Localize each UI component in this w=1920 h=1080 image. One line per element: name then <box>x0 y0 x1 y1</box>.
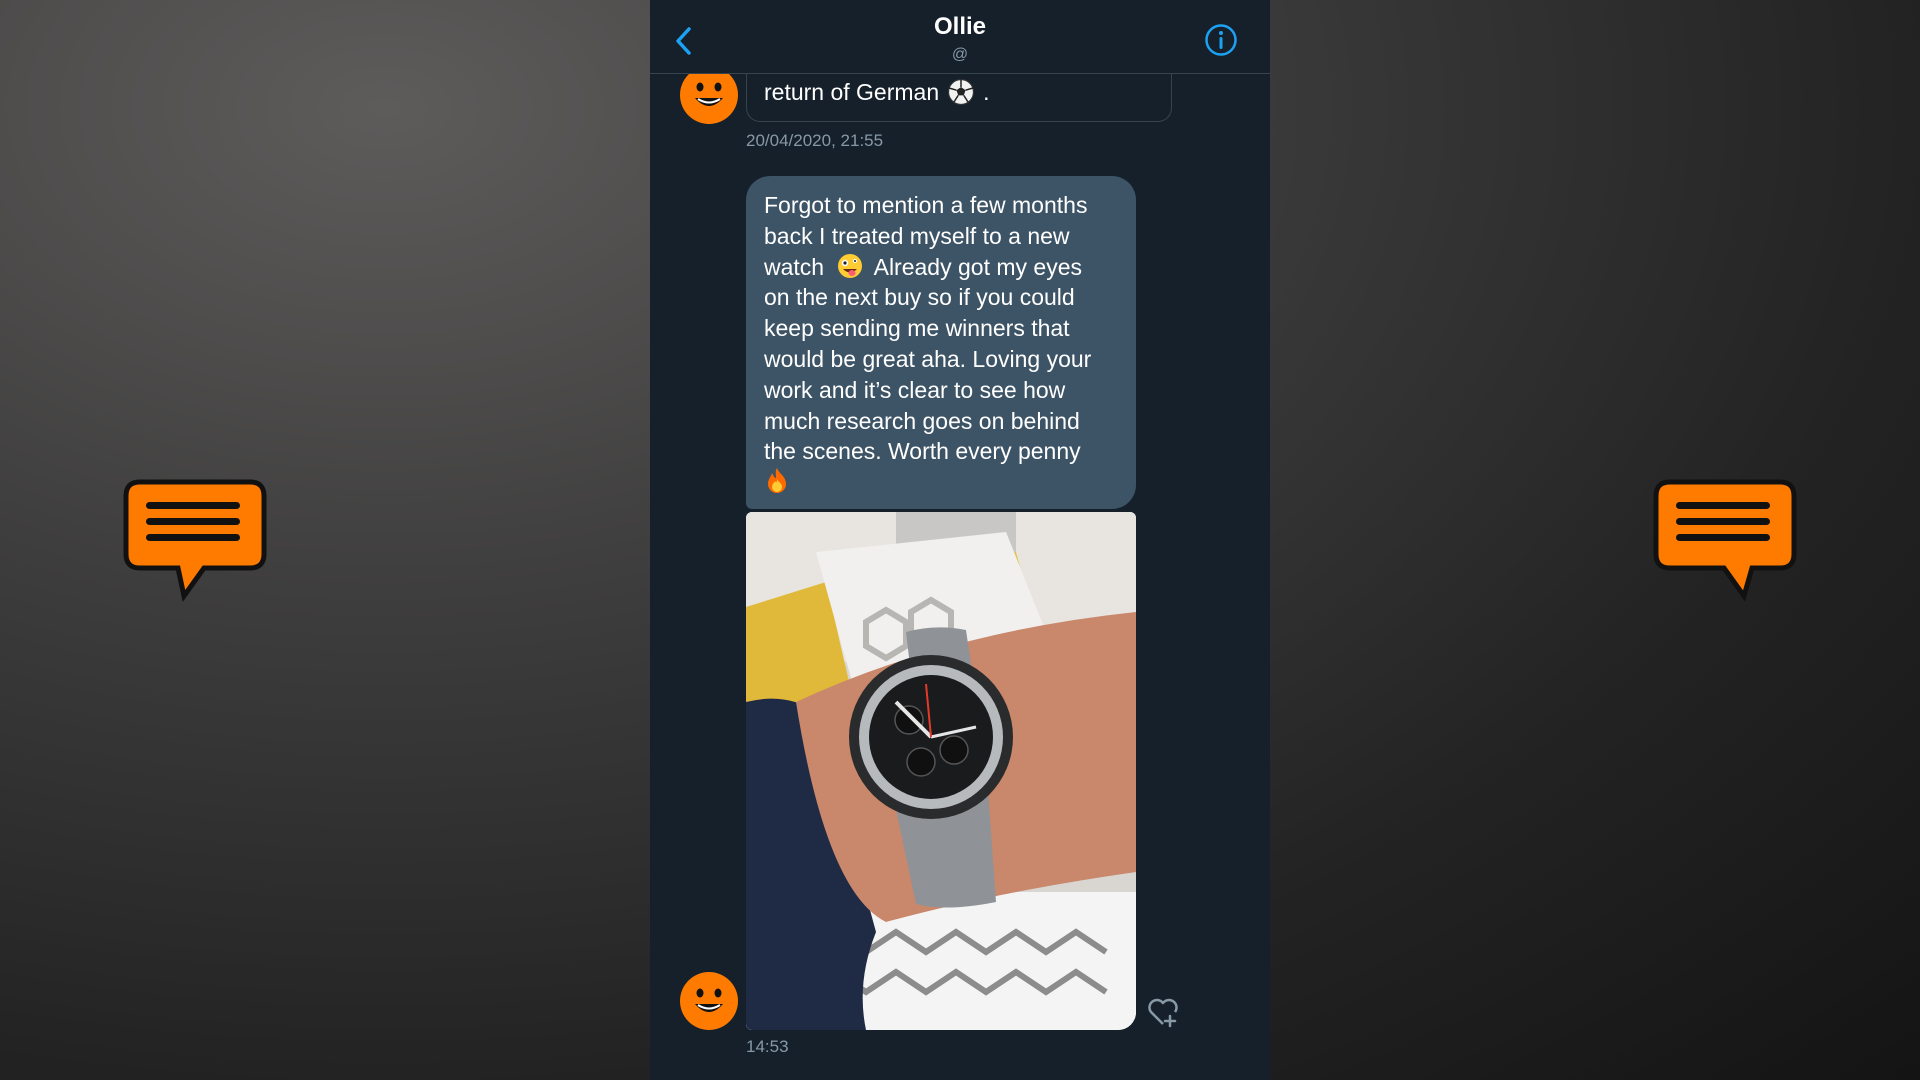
message-line: work and it’s clear to see how <box>764 376 1066 403</box>
soccer-ball-icon <box>948 78 975 106</box>
contact-handle: @ <box>951 46 969 63</box>
fire-emoji-line <box>764 467 1118 499</box>
avatar[interactable] <box>680 66 738 124</box>
fire-icon <box>768 468 786 494</box>
message-timestamp: 20/04/2020, 21:55 <box>746 131 884 150</box>
zany-face-icon <box>838 253 863 278</box>
message-line: Forgot to mention a few months <box>764 192 1088 218</box>
message-line: back I treated myself to a new <box>764 222 1070 249</box>
message-bubble[interactable]: Forgot to mention a few months back I tr… <box>746 176 1136 509</box>
info-icon[interactable] <box>1204 23 1238 57</box>
message-text: return of German <box>764 78 940 105</box>
message-line: on the next buy so if you could <box>764 284 1075 311</box>
message-line-with-emoji: watch Already got my eyes <box>764 252 1118 283</box>
avatar[interactable] <box>680 972 738 1030</box>
watch-photo-attachment[interactable] <box>746 512 1136 1030</box>
contact-name[interactable]: Ollie <box>650 13 1270 41</box>
message-text-previous: return of German . <box>764 78 990 106</box>
dm-conversation-window: Ollie @ return of German . 20/04/2020, 2… <box>650 0 1270 1080</box>
message-line: keep sending me winners that <box>764 315 1070 342</box>
message-suffix: . <box>983 78 990 105</box>
message-line: much research goes on behind <box>764 407 1080 434</box>
conversation-header: Ollie @ <box>650 0 1270 74</box>
chat-bubble-icon-right <box>1653 479 1797 602</box>
heart-plus-icon[interactable] <box>1146 996 1180 1028</box>
message-line: the scenes. Worth every penny <box>764 438 1081 465</box>
message-line: Already got my eyes <box>873 253 1082 280</box>
message-timestamp: 14:53 <box>746 1037 789 1056</box>
chat-bubble-icon-left <box>123 479 267 603</box>
message-line: would be great aha. Loving your <box>764 345 1092 372</box>
message-line: watch <box>764 253 825 280</box>
